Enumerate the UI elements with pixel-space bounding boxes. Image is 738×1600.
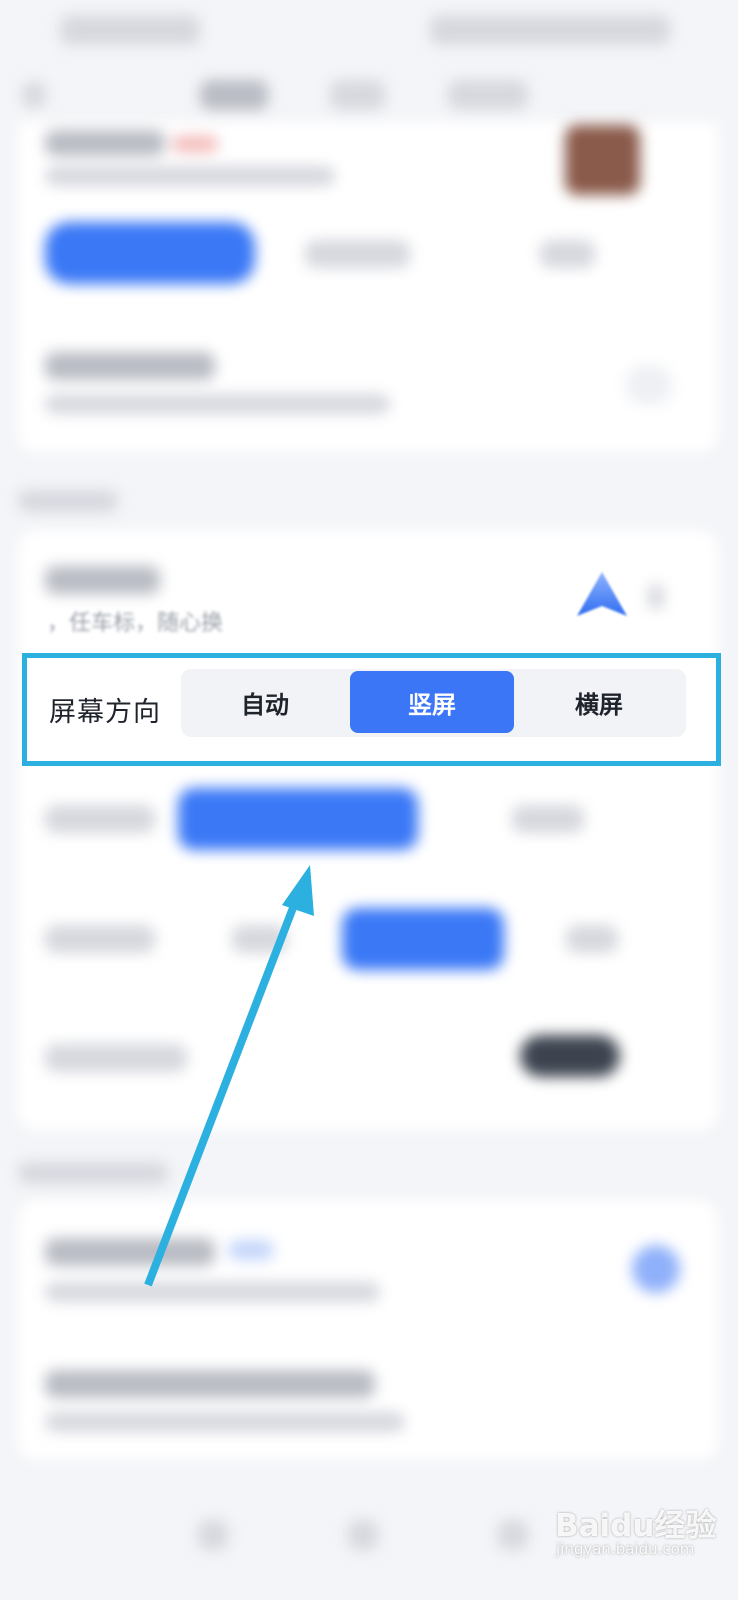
watermark-logo: Baidu经验 (555, 1508, 717, 1544)
watermark-url: jingyan.baidu.com (556, 1540, 695, 1558)
annotation-arrow (144, 865, 314, 1287)
